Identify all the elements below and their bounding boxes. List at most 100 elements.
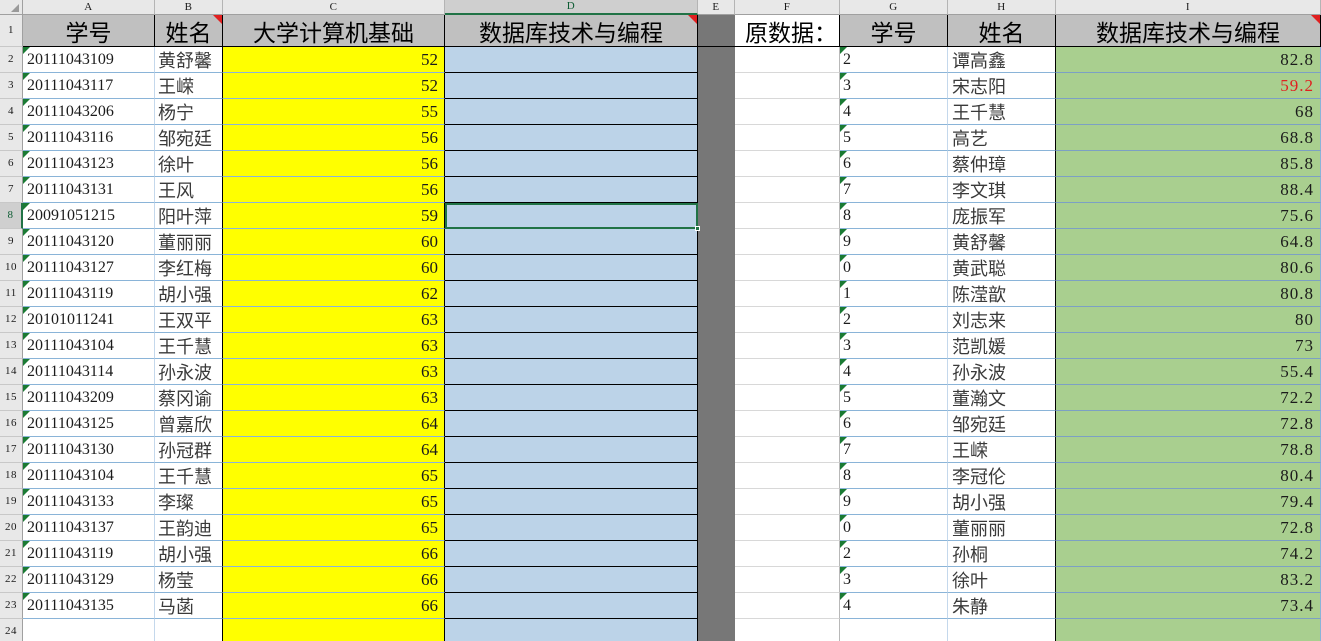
cell-database-score-right[interactable]: 73 <box>1056 333 1321 359</box>
cell-name-right[interactable]: 孙永波 <box>948 359 1056 385</box>
hidden-column-e-cell[interactable] <box>698 411 735 437</box>
cell-name-right[interactable] <box>948 619 1056 641</box>
row-header-1[interactable]: 1 <box>0 15 23 47</box>
hidden-column-e-header[interactable] <box>698 15 735 47</box>
hidden-column-e-cell[interactable] <box>698 541 735 567</box>
cell-student-id-left[interactable]: 20111043130 <box>23 437 155 463</box>
cell-student-id-right[interactable]: 3 <box>840 73 948 99</box>
cell-database-score-left[interactable] <box>445 437 698 463</box>
hidden-column-e-cell[interactable] <box>698 489 735 515</box>
cell-computer-basics-score[interactable]: 62 <box>223 281 445 307</box>
label-original-data[interactable]: 原数据： <box>735 15 840 47</box>
cell-computer-basics-score[interactable]: 56 <box>223 125 445 151</box>
cell-spacer-f[interactable] <box>735 125 840 151</box>
hidden-column-e-cell[interactable] <box>698 151 735 177</box>
fill-handle[interactable] <box>695 226 700 231</box>
cell-name-left[interactable]: 孙冠群 <box>155 437 223 463</box>
row-header-16[interactable]: 16 <box>0 411 23 437</box>
cell-spacer-f[interactable] <box>735 359 840 385</box>
cell-spacer-f[interactable] <box>735 307 840 333</box>
hidden-column-e-cell[interactable] <box>698 99 735 125</box>
cell-name-right[interactable]: 谭高鑫 <box>948 47 1056 73</box>
cell-database-score-left[interactable] <box>445 255 698 281</box>
cell-database-score-left[interactable] <box>445 359 698 385</box>
cell-student-id-right[interactable]: 4 <box>840 99 948 125</box>
hidden-column-e-cell[interactable] <box>698 359 735 385</box>
select-all-corner[interactable] <box>0 0 23 15</box>
cell-spacer-f[interactable] <box>735 177 840 203</box>
cell-database-score-right[interactable]: 85.8 <box>1056 151 1321 177</box>
cell-computer-basics-score[interactable]: 65 <box>223 463 445 489</box>
row-header-2[interactable]: 2 <box>0 47 23 73</box>
row-header-5[interactable]: 5 <box>0 125 23 151</box>
cell-name-left[interactable]: 王韵迪 <box>155 515 223 541</box>
hidden-column-e-cell[interactable] <box>698 177 735 203</box>
cell-database-score-left[interactable] <box>445 229 698 255</box>
cell-student-id-right[interactable]: 6 <box>840 151 948 177</box>
cell-database-score-right[interactable]: 83.2 <box>1056 567 1321 593</box>
cell-computer-basics-score[interactable]: 66 <box>223 541 445 567</box>
cell-name-right[interactable]: 胡小强 <box>948 489 1056 515</box>
cell-spacer-f[interactable] <box>735 489 840 515</box>
cell-name-right[interactable]: 刘志来 <box>948 307 1056 333</box>
hidden-column-e-cell[interactable] <box>698 385 735 411</box>
cell-computer-basics-score[interactable] <box>223 619 445 641</box>
cell-student-id-right[interactable]: 0 <box>840 255 948 281</box>
cell-student-id-left[interactable]: 20111043135 <box>23 593 155 619</box>
cell-spacer-f[interactable] <box>735 567 840 593</box>
cell-database-score-left[interactable] <box>445 541 698 567</box>
row-header-15[interactable]: 15 <box>0 385 23 411</box>
cell-database-score-right[interactable]: 80.8 <box>1056 281 1321 307</box>
cell-spacer-f[interactable] <box>735 593 840 619</box>
column-header-h[interactable]: H <box>948 0 1056 15</box>
cell-computer-basics-score[interactable]: 63 <box>223 359 445 385</box>
cell-computer-basics-score[interactable]: 60 <box>223 229 445 255</box>
cell-database-score-right[interactable]: 78.8 <box>1056 437 1321 463</box>
hidden-column-e-cell[interactable] <box>698 229 735 255</box>
cell-computer-basics-score[interactable]: 65 <box>223 515 445 541</box>
row-header-8[interactable]: 8 <box>0 203 23 229</box>
cell-spacer-f[interactable] <box>735 281 840 307</box>
cell-student-id-right[interactable]: 2 <box>840 307 948 333</box>
cell-spacer-f[interactable] <box>735 411 840 437</box>
cell-student-id-left[interactable]: 20111043114 <box>23 359 155 385</box>
cell-name-right[interactable]: 徐叶 <box>948 567 1056 593</box>
cell-database-score-left[interactable] <box>445 99 698 125</box>
cell-name-right[interactable]: 董瀚文 <box>948 385 1056 411</box>
cell-student-id-left[interactable]: 20111043209 <box>23 385 155 411</box>
cell-database-score-right[interactable]: 80 <box>1056 307 1321 333</box>
header-cell-student-id-right[interactable]: 学号 <box>840 15 948 47</box>
cell-name-right[interactable]: 王千慧 <box>948 99 1056 125</box>
cell-spacer-f[interactable] <box>735 619 840 641</box>
cell-database-score-right[interactable]: 72.2 <box>1056 385 1321 411</box>
cell-database-score-right[interactable]: 68 <box>1056 99 1321 125</box>
cell-spacer-f[interactable] <box>735 541 840 567</box>
cell-database-score-left[interactable] <box>445 73 698 99</box>
cell-student-id-left[interactable]: 20111043104 <box>23 333 155 359</box>
cell-student-id-right[interactable]: 7 <box>840 177 948 203</box>
row-header-23[interactable]: 23 <box>0 593 23 619</box>
cell-student-id-right[interactable]: 6 <box>840 411 948 437</box>
row-header-18[interactable]: 18 <box>0 463 23 489</box>
cell-student-id-left[interactable]: 20111043125 <box>23 411 155 437</box>
hidden-column-e-cell[interactable] <box>698 73 735 99</box>
cell-database-score-left[interactable] <box>445 593 698 619</box>
hidden-column-e-cell[interactable] <box>698 47 735 73</box>
cell-database-score-right[interactable]: 72.8 <box>1056 411 1321 437</box>
cell-computer-basics-score[interactable]: 66 <box>223 567 445 593</box>
cell-student-id-left[interactable] <box>23 619 155 641</box>
row-header-17[interactable]: 17 <box>0 437 23 463</box>
cell-student-id-right[interactable]: 5 <box>840 385 948 411</box>
cell-computer-basics-score[interactable]: 63 <box>223 385 445 411</box>
cell-grid[interactable]: 学号 姓名 大学计算机基础 数据库技术与编程 原数据： 学号 姓名 数据库技术与编程 20111… <box>23 15 1321 641</box>
cell-student-id-left[interactable]: 20111043117 <box>23 73 155 99</box>
cell-name-left[interactable]: 黄舒馨 <box>155 47 223 73</box>
cell-spacer-f[interactable] <box>735 515 840 541</box>
cell-spacer-f[interactable] <box>735 73 840 99</box>
cell-student-id-right[interactable]: 3 <box>840 333 948 359</box>
cell-name-left[interactable]: 胡小强 <box>155 541 223 567</box>
cell-student-id-left[interactable]: 20111043119 <box>23 281 155 307</box>
cell-name-right[interactable]: 李冠伦 <box>948 463 1056 489</box>
cell-name-right[interactable]: 蔡仲璋 <box>948 151 1056 177</box>
cell-computer-basics-score[interactable]: 55 <box>223 99 445 125</box>
